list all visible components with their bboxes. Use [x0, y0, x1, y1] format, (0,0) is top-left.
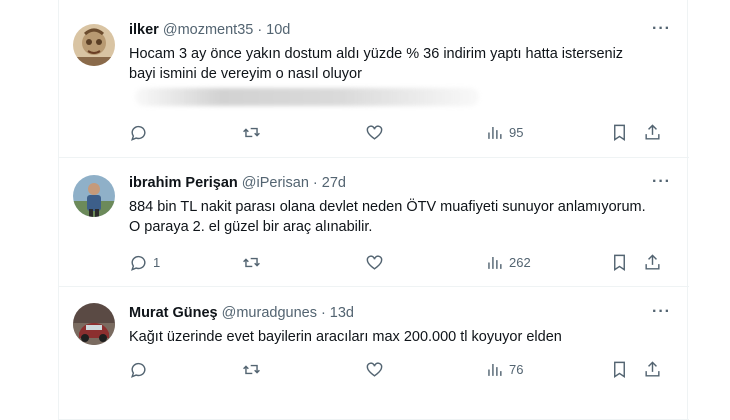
- reply-tweet[interactable]: Murat Güneş @muradgunes · 13d ··· Kağıt …: [59, 287, 689, 420]
- share-icon: [645, 124, 660, 140]
- more-icon[interactable]: ···: [652, 173, 671, 191]
- retweet-button[interactable]: [242, 253, 261, 272]
- tweet-header: ibrahim Perişan @iPerisan · 27d: [129, 175, 346, 191]
- separator-dot: ·: [257, 22, 263, 38]
- views-count: 76: [509, 362, 524, 377]
- retweet-icon: [243, 364, 260, 375]
- avatar[interactable]: [73, 24, 115, 66]
- author-handle[interactable]: @iPerisan: [242, 175, 309, 191]
- views-icon: [488, 363, 502, 376]
- bookmark-icon: [614, 361, 625, 378]
- replies-screenshot: ilker @mozment35 · 10d ··· Hocam 3 ay ön…: [0, 0, 730, 420]
- bookmark-icon: [614, 124, 625, 141]
- retweet-button[interactable]: [242, 123, 261, 142]
- timestamp[interactable]: 13d: [330, 305, 354, 321]
- action-bar: 95: [129, 123, 677, 145]
- share-icon: [645, 254, 660, 270]
- views-count: 95: [509, 125, 524, 140]
- avatar-image: [73, 303, 115, 345]
- author-handle[interactable]: @muradgunes: [222, 305, 317, 321]
- author-name[interactable]: ibrahim Perişan: [129, 175, 238, 191]
- avatar-image: [73, 175, 115, 217]
- reply-button[interactable]: [129, 360, 153, 379]
- views-count: 262: [509, 255, 531, 270]
- avatar[interactable]: [73, 175, 115, 217]
- action-bar: 76: [129, 360, 677, 382]
- reply-count: 1: [153, 255, 161, 270]
- like-icon: [366, 125, 383, 140]
- share-button[interactable]: [643, 123, 662, 142]
- reply-button[interactable]: 1: [129, 253, 160, 272]
- reply-button[interactable]: [129, 123, 153, 142]
- tweet-header: Murat Güneş @muradgunes · 13d: [129, 305, 354, 321]
- like-icon: [366, 362, 383, 377]
- like-button[interactable]: [365, 123, 384, 142]
- avatar[interactable]: [73, 303, 115, 345]
- tweet-text: 884 bin TL nakit parası olana devlet ned…: [129, 199, 646, 235]
- avatar-image: [73, 24, 115, 66]
- views-icon: [488, 126, 502, 139]
- retweet-icon: [243, 127, 260, 138]
- retweet-button[interactable]: [242, 360, 261, 379]
- reply-icon: [131, 125, 146, 141]
- reply-icon: [131, 362, 146, 378]
- like-icon: [366, 255, 383, 270]
- reply-icon: [131, 255, 146, 271]
- share-button[interactable]: [643, 253, 662, 272]
- retweet-icon: [243, 257, 260, 268]
- more-icon[interactable]: ···: [652, 20, 671, 38]
- separator-dot: ·: [312, 175, 318, 191]
- reply-tweet[interactable]: ibrahim Perişan @iPerisan · 27d ··· 884 …: [59, 158, 689, 287]
- author-name[interactable]: ilker: [129, 22, 159, 38]
- redacted-text-blur: [135, 88, 479, 106]
- action-bar: 1 262: [129, 253, 677, 275]
- views-icon: [488, 256, 502, 269]
- tweet-header: ilker @mozment35 · 10d: [129, 22, 290, 38]
- bookmark-button[interactable]: [610, 360, 629, 379]
- more-icon[interactable]: ···: [652, 303, 671, 321]
- share-button[interactable]: [643, 360, 662, 379]
- tweet-text: Kağıt üzerinde evet bayilerin aracıları …: [129, 329, 562, 345]
- bookmark-button[interactable]: [610, 123, 629, 142]
- timestamp[interactable]: 27d: [322, 175, 346, 191]
- reply-tweet[interactable]: ilker @mozment35 · 10d ··· Hocam 3 ay ön…: [59, 0, 689, 158]
- like-button[interactable]: [365, 360, 384, 379]
- author-handle[interactable]: @mozment35: [163, 22, 253, 38]
- timestamp[interactable]: 10d: [266, 22, 290, 38]
- views-button[interactable]: 262: [485, 253, 531, 272]
- bookmark-icon: [614, 254, 625, 271]
- tweet-text: Hocam 3 ay önce yakın dostum aldı yüzde …: [129, 46, 624, 82]
- share-icon: [645, 361, 660, 377]
- like-button[interactable]: [365, 253, 384, 272]
- reply-feed: ilker @mozment35 · 10d ··· Hocam 3 ay ön…: [58, 0, 689, 420]
- bookmark-button[interactable]: [610, 253, 629, 272]
- author-name[interactable]: Murat Güneş: [129, 305, 218, 321]
- separator-dot: ·: [320, 305, 326, 321]
- views-button[interactable]: 76: [485, 360, 523, 379]
- views-button[interactable]: 95: [485, 123, 523, 142]
